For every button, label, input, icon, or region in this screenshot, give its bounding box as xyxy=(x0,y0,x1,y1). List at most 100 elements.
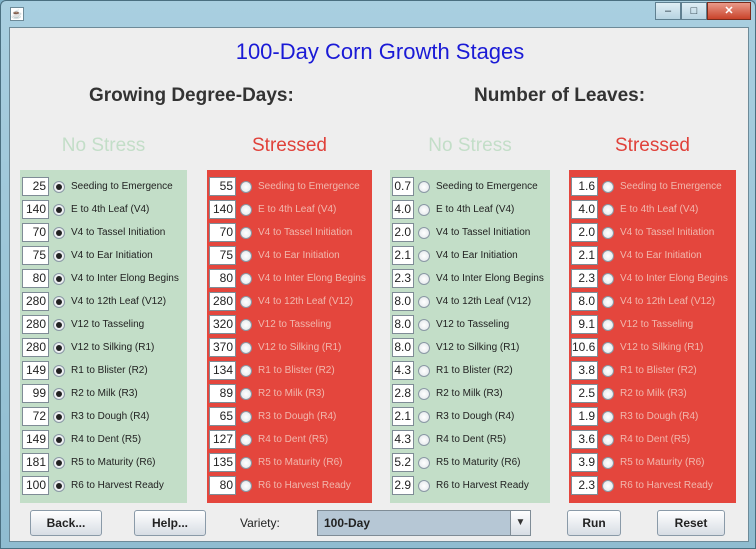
stage-value-field[interactable]: 127 xyxy=(209,430,236,449)
stage-radio[interactable] xyxy=(240,456,252,469)
stage-radio[interactable] xyxy=(240,479,252,492)
stage-value-field[interactable]: 55 xyxy=(209,177,236,196)
stage-radio[interactable] xyxy=(53,180,65,193)
stage-radio[interactable] xyxy=(602,341,614,354)
stage-value-field[interactable]: 70 xyxy=(22,223,49,242)
stage-value-field[interactable]: 2.8 xyxy=(392,384,414,403)
title-bar[interactable]: ☕ – □ ✕ xyxy=(1,1,756,27)
stage-value-field[interactable]: 2.1 xyxy=(392,407,414,426)
stage-value-field[interactable]: 320 xyxy=(209,315,236,334)
stage-radio[interactable] xyxy=(602,387,614,400)
minimize-icon[interactable]: – xyxy=(655,2,681,20)
stage-value-field[interactable]: 2.3 xyxy=(571,476,598,495)
stage-value-field[interactable]: 1.6 xyxy=(571,177,598,196)
stage-value-field[interactable]: 9.1 xyxy=(571,315,598,334)
stage-radio[interactable] xyxy=(240,180,252,193)
run-button[interactable]: Run xyxy=(567,510,621,536)
stage-value-field[interactable]: 80 xyxy=(209,269,236,288)
stage-radio[interactable] xyxy=(602,479,614,492)
stage-value-field[interactable]: 2.5 xyxy=(571,384,598,403)
stage-radio[interactable] xyxy=(418,341,430,354)
stage-value-field[interactable]: 10.6 xyxy=(571,338,598,357)
help-button[interactable]: Help... xyxy=(134,510,206,536)
stage-value-field[interactable]: 2.1 xyxy=(571,246,598,265)
stage-value-field[interactable]: 8.0 xyxy=(571,292,598,311)
stage-value-field[interactable]: 100 xyxy=(22,476,49,495)
stage-radio[interactable] xyxy=(602,364,614,377)
stage-radio[interactable] xyxy=(602,433,614,446)
stage-value-field[interactable]: 149 xyxy=(22,361,49,380)
stage-value-field[interactable]: 75 xyxy=(22,246,49,265)
stage-radio[interactable] xyxy=(602,295,614,308)
stage-value-field[interactable]: 280 xyxy=(22,338,49,357)
stage-value-field[interactable]: 5.2 xyxy=(392,453,414,472)
stage-value-field[interactable]: 140 xyxy=(22,200,49,219)
stage-radio[interactable] xyxy=(602,180,614,193)
stage-radio[interactable] xyxy=(418,226,430,239)
stage-value-field[interactable]: 2.0 xyxy=(392,223,414,242)
java-cup-icon[interactable]: ☕ xyxy=(10,7,24,21)
stage-radio[interactable] xyxy=(418,456,430,469)
stage-value-field[interactable]: 65 xyxy=(209,407,236,426)
stage-value-field[interactable]: 72 xyxy=(22,407,49,426)
chevron-down-icon[interactable]: ▼ xyxy=(510,511,530,535)
stage-radio[interactable] xyxy=(240,226,252,239)
stage-radio[interactable] xyxy=(240,364,252,377)
stage-radio[interactable] xyxy=(240,272,252,285)
stage-radio[interactable] xyxy=(53,410,65,423)
stage-value-field[interactable]: 89 xyxy=(209,384,236,403)
stage-value-field[interactable]: 4.3 xyxy=(392,361,414,380)
stage-value-field[interactable]: 1.9 xyxy=(571,407,598,426)
reset-button[interactable]: Reset xyxy=(657,510,725,536)
stage-value-field[interactable]: 280 xyxy=(22,315,49,334)
stage-radio[interactable] xyxy=(53,433,65,446)
stage-value-field[interactable]: 70 xyxy=(209,223,236,242)
stage-value-field[interactable]: 2.0 xyxy=(571,223,598,242)
stage-radio[interactable] xyxy=(53,249,65,262)
stage-value-field[interactable]: 25 xyxy=(22,177,49,196)
stage-value-field[interactable]: 4.3 xyxy=(392,430,414,449)
stage-radio[interactable] xyxy=(602,272,614,285)
stage-radio[interactable] xyxy=(53,203,65,216)
stage-radio[interactable] xyxy=(418,433,430,446)
stage-radio[interactable] xyxy=(240,341,252,354)
stage-value-field[interactable]: 2.3 xyxy=(392,269,414,288)
stage-radio[interactable] xyxy=(602,226,614,239)
stage-radio[interactable] xyxy=(602,456,614,469)
stage-radio[interactable] xyxy=(418,387,430,400)
stage-value-field[interactable]: 8.0 xyxy=(392,292,414,311)
stage-radio[interactable] xyxy=(418,203,430,216)
stage-radio[interactable] xyxy=(602,249,614,262)
stage-value-field[interactable]: 4.0 xyxy=(392,200,414,219)
stage-radio[interactable] xyxy=(53,272,65,285)
stage-value-field[interactable]: 2.3 xyxy=(571,269,598,288)
stage-value-field[interactable]: 80 xyxy=(209,476,236,495)
stage-value-field[interactable]: 280 xyxy=(22,292,49,311)
stage-radio[interactable] xyxy=(53,364,65,377)
stage-value-field[interactable]: 75 xyxy=(209,246,236,265)
stage-radio[interactable] xyxy=(53,456,65,469)
stage-radio[interactable] xyxy=(53,479,65,492)
stage-value-field[interactable]: 181 xyxy=(22,453,49,472)
variety-select[interactable]: 100-Day ▼ xyxy=(317,510,531,536)
stage-value-field[interactable]: 135 xyxy=(209,453,236,472)
stage-radio[interactable] xyxy=(240,433,252,446)
stage-radio[interactable] xyxy=(240,203,252,216)
stage-value-field[interactable]: 80 xyxy=(22,269,49,288)
stage-radio[interactable] xyxy=(418,295,430,308)
maximize-icon[interactable]: □ xyxy=(681,2,707,20)
stage-radio[interactable] xyxy=(240,410,252,423)
stage-value-field[interactable]: 134 xyxy=(209,361,236,380)
stage-radio[interactable] xyxy=(53,387,65,400)
stage-value-field[interactable]: 370 xyxy=(209,338,236,357)
stage-value-field[interactable]: 2.1 xyxy=(392,246,414,265)
back-button[interactable]: Back... xyxy=(30,510,102,536)
stage-radio[interactable] xyxy=(240,318,252,331)
stage-value-field[interactable]: 3.9 xyxy=(571,453,598,472)
stage-radio[interactable] xyxy=(53,226,65,239)
stage-radio[interactable] xyxy=(418,272,430,285)
stage-radio[interactable] xyxy=(602,410,614,423)
stage-value-field[interactable]: 3.6 xyxy=(571,430,598,449)
stage-value-field[interactable]: 8.0 xyxy=(392,338,414,357)
stage-radio[interactable] xyxy=(418,180,430,193)
